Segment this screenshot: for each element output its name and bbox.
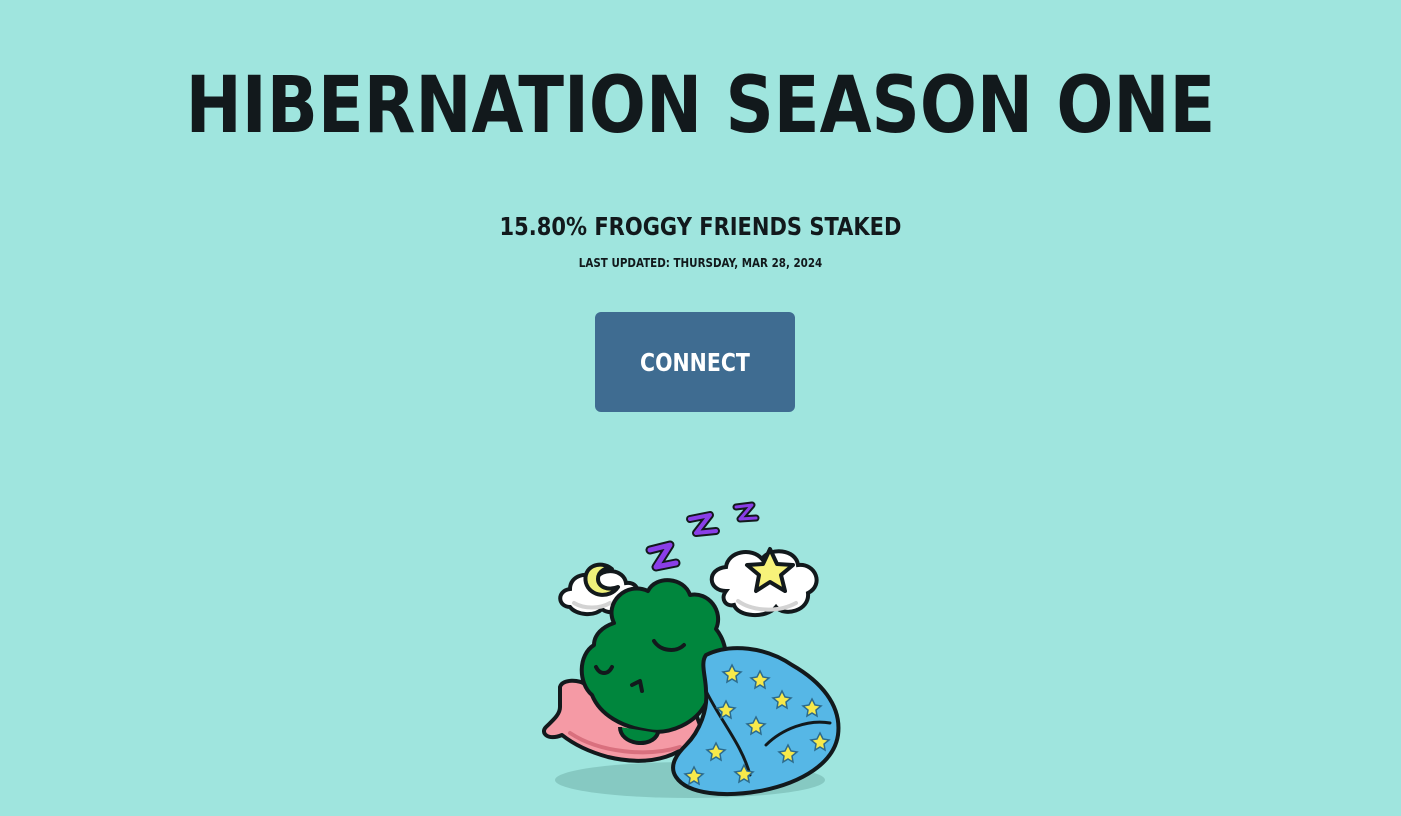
page-title: HIBERNATION SEASON ONE xyxy=(185,61,1216,152)
hibernation-page: HIBERNATION SEASON ONE 15.80% FROGGY FRI… xyxy=(0,0,1401,816)
cloud-star-icon xyxy=(709,547,819,617)
connect-button[interactable]: CONNECT xyxy=(595,312,795,412)
staked-percentage: 15.80% FROGGY FRIENDS STAKED xyxy=(499,212,902,241)
last-updated-text: LAST UPDATED: THURSDAY, MAR 28, 2024 xyxy=(578,256,823,270)
sleeping-frog-illustration xyxy=(542,501,841,798)
connect-button-label: CONNECT xyxy=(640,347,750,377)
